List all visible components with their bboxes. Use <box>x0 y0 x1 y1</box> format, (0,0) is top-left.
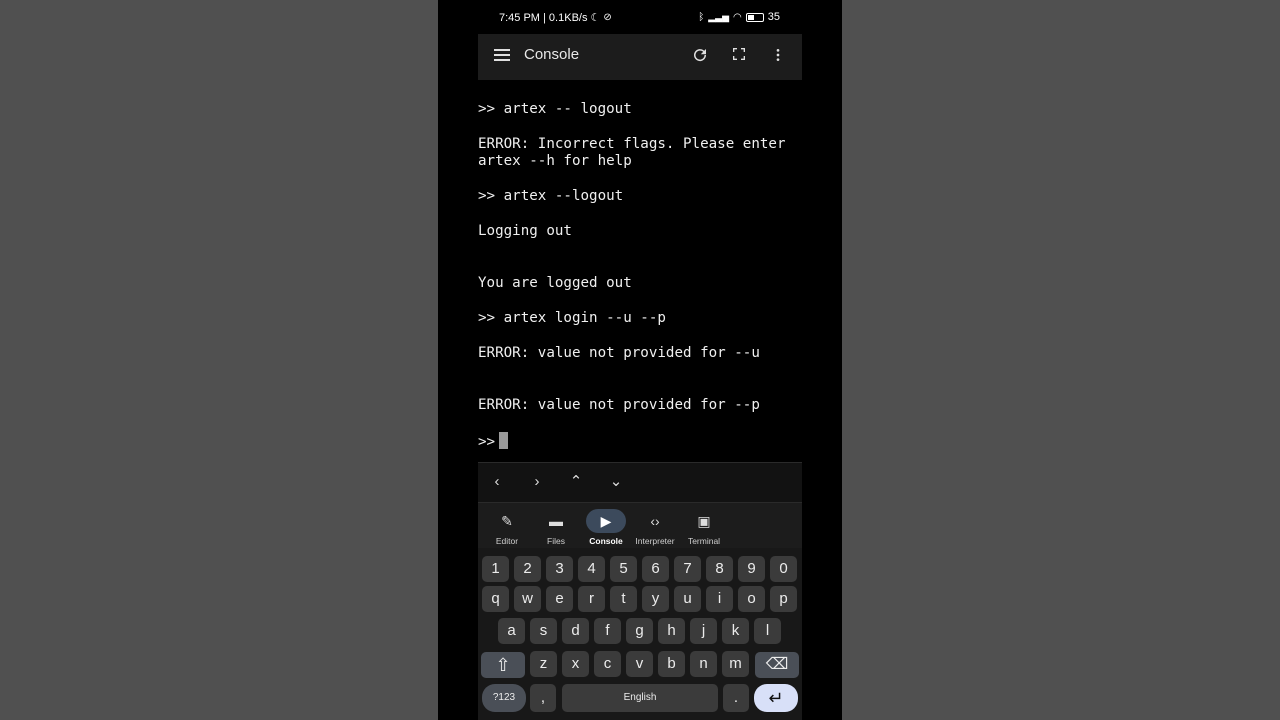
console-line: >> artex -- logout <box>478 101 632 117</box>
tab-label: Terminal <box>687 536 721 546</box>
key-i[interactable]: i <box>706 586 733 612</box>
do-not-disturb-icon: ⊘ <box>603 12 612 23</box>
console-line: ERROR: Incorrect flags. Please enter <box>478 136 786 152</box>
shift-key[interactable]: ⇧ <box>481 652 525 678</box>
key-l[interactable]: l <box>754 618 781 644</box>
enter-key[interactable]: ↵ <box>754 684 798 712</box>
key-g[interactable]: g <box>626 618 653 644</box>
key-u[interactable]: u <box>674 586 701 612</box>
console-line: Logging out <box>478 223 572 239</box>
console-line: ERROR: value not provided for --p <box>478 397 760 413</box>
hamburger-menu-icon[interactable] <box>494 49 510 63</box>
key-0[interactable]: 0 <box>770 556 797 582</box>
wifi-icon: ◠ <box>733 11 742 23</box>
key-y[interactable]: y <box>642 586 669 612</box>
key-4[interactable]: 4 <box>578 556 605 582</box>
console-prompt[interactable]: >> <box>478 432 509 451</box>
backspace-key[interactable]: ⌫ <box>755 652 799 678</box>
key-b[interactable]: b <box>658 651 685 677</box>
key-o[interactable]: o <box>738 586 765 612</box>
arrow-right-icon[interactable]: › <box>528 473 546 491</box>
key-9[interactable]: 9 <box>738 556 765 582</box>
key-8[interactable]: 8 <box>706 556 733 582</box>
refresh-icon[interactable] <box>690 46 710 66</box>
key-a[interactable]: a <box>498 618 525 644</box>
code-icon: ‹› <box>650 513 660 529</box>
key-d[interactable]: d <box>562 618 589 644</box>
key-1[interactable]: 1 <box>482 556 509 582</box>
key-w[interactable]: w <box>514 586 541 612</box>
key-m[interactable]: m <box>722 651 749 677</box>
on-screen-keyboard: 1234567890 qwertyuiop asdfghjkl ⇧ ⌫ zxcv… <box>478 548 802 720</box>
key-h[interactable]: h <box>658 618 685 644</box>
arrow-down-icon[interactable]: ⌄ <box>607 473 625 491</box>
app-title: Console <box>524 46 580 63</box>
key-6[interactable]: 6 <box>642 556 669 582</box>
symbols-key[interactable]: ?123 <box>482 684 526 712</box>
cursor-navigation-bar: ‹ › ⌃ ⌄ <box>478 462 802 502</box>
key-j[interactable]: j <box>690 618 717 644</box>
text-cursor <box>499 432 509 449</box>
console-line: ERROR: value not provided for --u <box>478 345 760 361</box>
background-right <box>842 0 1280 720</box>
phone-screen: 7:45 PM | 0.1KB/s ☾ ⊘ ᛒ ▂▃▅ ◠ 35 Console… <box>438 0 842 720</box>
background-left <box>0 0 438 720</box>
period-key[interactable]: . <box>723 684 749 712</box>
key-z[interactable]: z <box>530 651 557 677</box>
key-t[interactable]: t <box>610 586 637 612</box>
battery-icon <box>745 12 764 22</box>
key-e[interactable]: e <box>546 586 573 612</box>
key-2[interactable]: 2 <box>514 556 541 582</box>
arrow-left-icon[interactable]: ‹ <box>488 473 506 491</box>
pencil-icon: ✎ <box>501 513 513 529</box>
folder-icon: ▬ <box>549 513 563 529</box>
key-n[interactable]: n <box>690 651 717 677</box>
key-c[interactable]: c <box>594 651 621 677</box>
key-5[interactable]: 5 <box>610 556 637 582</box>
key-x[interactable]: x <box>562 651 589 677</box>
battery-level: 35 <box>767 11 780 23</box>
key-f[interactable]: f <box>594 618 621 644</box>
key-3[interactable]: 3 <box>546 556 573 582</box>
arrow-up-icon[interactable]: ⌃ <box>567 473 585 491</box>
console-line: You are logged out <box>478 275 632 291</box>
bluetooth-icon: ᛒ <box>698 11 705 23</box>
console-line: >> artex login --u --p <box>478 310 666 326</box>
status-bar: 7:45 PM | 0.1KB/s ☾ ⊘ ᛒ ▂▃▅ ◠ 35 <box>438 0 842 34</box>
key-k[interactable]: k <box>722 618 749 644</box>
key-v[interactable]: v <box>626 651 653 677</box>
comma-key[interactable]: , <box>530 684 556 712</box>
console-line: >> artex --logout <box>478 188 624 204</box>
space-key[interactable]: English <box>562 684 718 712</box>
more-vert-icon[interactable] <box>768 46 788 66</box>
bottom-tab-bar: ✎ Editor ▬ Files ▶ Console ‹› Interprete… <box>478 502 802 548</box>
terminal-icon: ▣ <box>697 513 711 529</box>
moon-icon: ☾ <box>590 12 601 24</box>
fullscreen-icon[interactable] <box>729 46 749 66</box>
signal-icon: ▂▃▅ <box>708 11 730 22</box>
key-q[interactable]: q <box>482 586 509 612</box>
key-p[interactable]: p <box>770 586 797 612</box>
key-7[interactable]: 7 <box>674 556 701 582</box>
tab-terminal[interactable]: ▣ Terminal <box>675 509 733 546</box>
app-bar: Console <box>478 34 802 80</box>
key-s[interactable]: s <box>530 618 557 644</box>
console-line: artex --h for help <box>478 153 632 169</box>
status-time: 7:45 PM | 0.1KB/s <box>499 11 588 24</box>
key-r[interactable]: r <box>578 586 605 612</box>
prompt-symbol: >> <box>478 434 496 450</box>
play-icon: ▶ <box>586 509 626 533</box>
